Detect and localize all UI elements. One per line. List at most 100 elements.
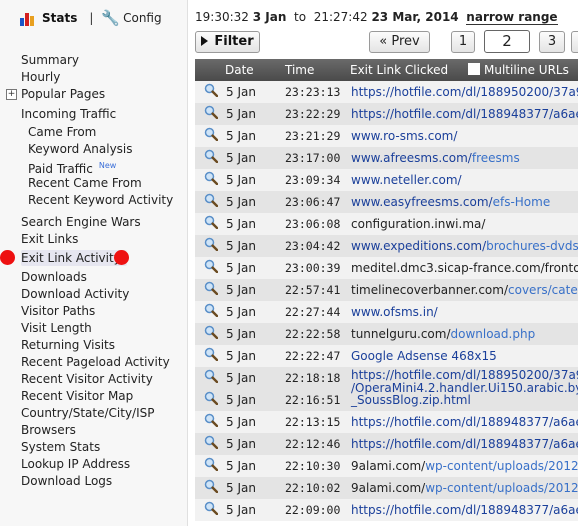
magnify-icon[interactable] — [204, 83, 219, 98]
sidebar-item-lookup-ip-address[interactable]: Lookup IP Address — [21, 456, 130, 472]
wrench-icon[interactable]: 🔧 — [101, 9, 120, 27]
multiline-urls-toggle[interactable]: Multiline URLs — [468, 59, 569, 81]
magnify-icon[interactable] — [204, 259, 219, 274]
magnify-icon[interactable] — [204, 347, 219, 362]
magnify-icon[interactable] — [204, 127, 219, 142]
exit-link-domain[interactable]: https://hotfile.com/dl/188948377/a6ae5 — [351, 107, 578, 121]
exit-link-domain[interactable]: tunnelguru.com/ — [351, 327, 451, 341]
sidebar-item-recent-visitor-map[interactable]: Recent Visitor Map — [21, 388, 133, 404]
exit-link-path[interactable]: wp-content/uploads/2012/0 — [425, 459, 578, 473]
exit-link-domain[interactable]: https://hotfile.com/dl/188948377/a6ae5 — [351, 437, 578, 451]
sidebar-item-incoming-traffic[interactable]: Incoming Traffic — [21, 106, 116, 122]
exit-link[interactable]: 9alami.com/wp-content/uploads/2012/0 — [351, 477, 578, 499]
exit-link-domain[interactable]: https://hotfile.com/dl/188948377/a6ae5 — [351, 415, 578, 429]
stats-link[interactable]: Stats — [42, 11, 77, 25]
sidebar-item-exit-link-activity[interactable]: Exit Link Activity — [21, 250, 127, 266]
sidebar-item-paid-traffic[interactable]: Paid Traffic New — [28, 158, 116, 176]
exit-link[interactable]: www.easyfreesms.com/efs-Home — [351, 191, 550, 213]
sidebar-item-downloads[interactable]: Downloads — [21, 269, 87, 285]
sidebar-item-download-logs[interactable]: Download Logs — [21, 473, 112, 489]
magnify-icon[interactable] — [204, 303, 219, 318]
magnify-icon[interactable] — [204, 501, 219, 516]
exit-link[interactable]: www.neteller.com/ — [351, 169, 462, 191]
exit-link[interactable]: tunnelguru.com/download.php — [351, 323, 535, 345]
exit-link[interactable]: https://hotfile.com/dl/188948377/a6ae5 — [351, 433, 578, 455]
sidebar-item-download-activity[interactable]: Download Activity — [21, 286, 129, 302]
exit-link-domain[interactable]: 9alami.com/ — [351, 481, 425, 495]
exit-link-domain[interactable]: www.neteller.com/ — [351, 173, 462, 187]
exit-link[interactable]: https://hotfile.com/dl/188948377/a6ae5 — [351, 411, 578, 433]
sidebar-item-recent-pageload-activity[interactable]: Recent Pageload Activity — [21, 354, 170, 370]
filter-button[interactable]: Filter — [195, 31, 260, 53]
exit-link[interactable]: www.expeditions.com/brochures-dvds/a — [351, 235, 578, 257]
multiline-checkbox[interactable] — [468, 63, 480, 75]
magnify-icon[interactable] — [204, 281, 219, 296]
exit-link-domain[interactable]: www.afreesms.com/ — [351, 151, 472, 165]
magnify-icon[interactable] — [204, 479, 219, 494]
end-date[interactable]: 23 Mar, 2014 — [371, 10, 458, 24]
sidebar-item-recent-keyword-activity[interactable]: Recent Keyword Activity — [28, 192, 173, 208]
sidebar-item-system-stats[interactable]: System Stats — [21, 439, 100, 455]
sidebar-item-browsers[interactable]: Browsers — [21, 422, 76, 438]
exit-link-domain[interactable]: www.ro-sms.com/ — [351, 129, 457, 143]
sidebar-item-exit-links[interactable]: Exit Links — [21, 231, 78, 247]
sidebar-item-popular-pages[interactable]: Popular Pages — [21, 86, 105, 102]
exit-link[interactable]: configuration.inwi.ma/ — [351, 213, 485, 235]
magnify-icon[interactable] — [204, 391, 219, 406]
exit-link-domain[interactable]: timelinecoverbanner.com/ — [351, 283, 508, 297]
config-link[interactable]: Config — [123, 11, 162, 25]
magnify-icon[interactable] — [204, 325, 219, 340]
exit-link-path[interactable]: download.php — [451, 327, 536, 341]
magnify-icon[interactable] — [204, 413, 219, 428]
narrow-range-link[interactable]: narrow range — [466, 10, 558, 25]
magnify-icon[interactable] — [204, 369, 219, 384]
magnify-icon[interactable] — [204, 193, 219, 208]
magnify-icon[interactable] — [204, 457, 219, 472]
exit-link-path[interactable]: efs-Home — [493, 195, 551, 209]
sidebar-item-hourly[interactable]: Hourly — [21, 69, 60, 85]
sidebar-item-visit-length[interactable]: Visit Length — [21, 320, 92, 336]
column-exit-link[interactable]: Exit Link Clicked — [350, 59, 448, 81]
column-date[interactable]: Date — [225, 59, 254, 81]
page-3-button[interactable]: 3 — [539, 31, 565, 53]
expand-icon[interactable]: + — [6, 89, 17, 100]
exit-link[interactable]: www.ro-sms.com/ — [351, 125, 457, 147]
sidebar-item-country-state-city-isp[interactable]: Country/State/City/ISP — [21, 405, 154, 421]
exit-link[interactable]: https://hotfile.com/dl/188948377/a6ae5 — [351, 103, 578, 125]
exit-link-domain[interactable]: https://hotfile.com/dl/188948377/a6ae5 — [351, 503, 578, 517]
bar-chart-icon[interactable] — [20, 10, 38, 26]
exit-link[interactable]: meditel.dmc3.sicap-france.com/frontoff — [351, 257, 578, 279]
start-date[interactable]: 3 Jan — [253, 10, 287, 24]
exit-link-path[interactable]: wp-content/uploads/2012/0 — [425, 481, 578, 495]
exit-link-domain[interactable]: www.easyfreesms.com/ — [351, 195, 493, 209]
sidebar-item-summary[interactable]: Summary — [21, 52, 79, 68]
magnify-icon[interactable] — [204, 215, 219, 230]
exit-link-path[interactable]: freesms — [472, 151, 520, 165]
exit-link[interactable]: www.afreesms.com/freesms — [351, 147, 520, 169]
exit-link-domain[interactable]: 9alami.com/ — [351, 459, 425, 473]
exit-link-domain[interactable]: https://hotfile.com/dl/188950200/37a91 — [351, 85, 578, 99]
sidebar-item-visitor-paths[interactable]: Visitor Paths — [21, 303, 95, 319]
exit-link-path[interactable]: covers/catego — [508, 283, 578, 297]
exit-link[interactable]: Google Adsense 468x15 — [351, 345, 497, 367]
magnify-icon[interactable] — [204, 237, 219, 252]
magnify-icon[interactable] — [204, 105, 219, 120]
exit-link-domain[interactable]: Google Adsense 468x15 — [351, 349, 497, 363]
exit-link-domain[interactable]: configuration.inwi.ma/ — [351, 217, 485, 231]
exit-link-domain[interactable]: meditel.dmc3.sicap-france.com/frontoff — [351, 261, 578, 275]
sidebar-item-returning-visits[interactable]: Returning Visits — [21, 337, 115, 353]
exit-link-domain[interactable]: www.ofsms.in/ — [351, 305, 438, 319]
exit-link[interactable]: https://hotfile.com/dl/188950200/37a91 — [351, 81, 578, 103]
magnify-icon[interactable] — [204, 435, 219, 450]
exit-link[interactable]: www.ofsms.in/ — [351, 301, 438, 323]
exit-link[interactable]: https://hotfile.com/dl/188948377/a6ae5 — [351, 499, 578, 521]
column-time[interactable]: Time — [285, 59, 314, 81]
sidebar-item-keyword-analysis[interactable]: Keyword Analysis — [28, 141, 133, 157]
exit-link-domain[interactable]: www.expeditions.com/ — [351, 239, 486, 253]
exit-link[interactable]: 9alami.com/wp-content/uploads/2012/0 — [351, 455, 578, 477]
page-1-button[interactable]: 1 — [451, 31, 475, 53]
exit-link[interactable]: timelinecoverbanner.com/covers/catego — [351, 279, 578, 301]
exit-link-path[interactable]: brochures-dvds/a — [486, 239, 578, 253]
magnify-icon[interactable] — [204, 171, 219, 186]
next-page-button[interactable] — [571, 31, 578, 53]
